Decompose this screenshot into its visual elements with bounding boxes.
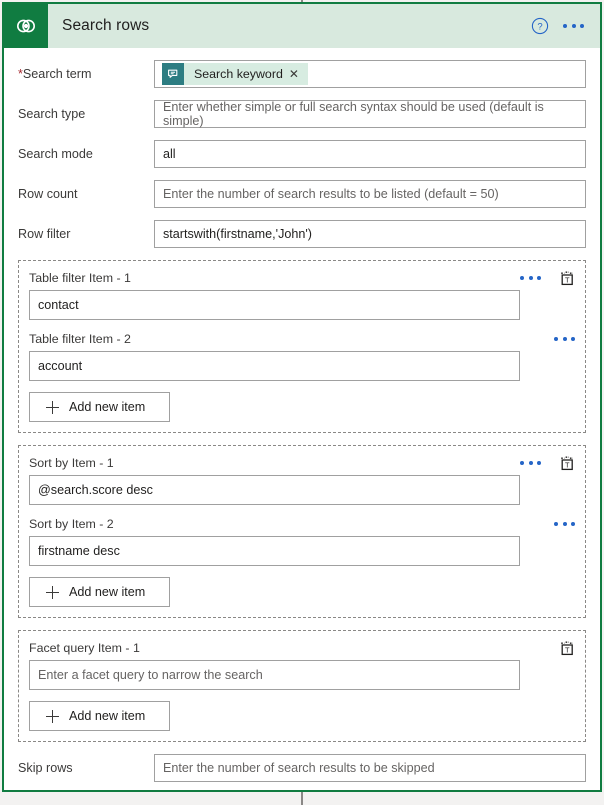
sort-by-item-2-tools (554, 522, 575, 526)
facet-query-item-1: Facet query Item - 1 T Enter a facet que… (29, 639, 575, 690)
delete-icon[interactable]: T (559, 270, 575, 286)
dataverse-logo-icon (4, 4, 48, 48)
add-new-item-button-table-filter[interactable]: Add new item (29, 392, 170, 422)
close-icon[interactable]: ✕ (289, 68, 308, 80)
sort-by-item-1-header: Sort by Item - 1 T (29, 454, 575, 472)
card-header: Search rows ? (4, 4, 600, 48)
search-type-label: Search type (18, 107, 86, 121)
facet-query-item-1-input[interactable]: Enter a facet query to narrow the search (29, 660, 520, 690)
field-row-search-type: Search type Enter whether simple or full… (18, 100, 586, 128)
table-filter-item-1-label: Table filter Item - 1 (29, 271, 131, 285)
plus-icon (46, 709, 59, 723)
search-mode-label: Search mode (18, 147, 93, 161)
dynamic-content-icon (162, 63, 184, 85)
dynamic-content-token[interactable]: Search keyword ✕ (162, 63, 308, 85)
add-new-item-button-sort-by[interactable]: Add new item (29, 577, 170, 607)
ellipsis-icon[interactable] (520, 276, 541, 280)
sort-by-item-2: Sort by Item - 2 firstname desc (29, 515, 575, 566)
field-row-search-mode: Search mode all (18, 140, 586, 168)
token-label: Search keyword (194, 67, 283, 81)
sort-by-item-2-input[interactable]: firstname desc (29, 536, 520, 566)
row-count-label: Row count (18, 187, 78, 201)
search-term-input[interactable]: Search keyword ✕ (154, 60, 586, 88)
sort-by-item-1: Sort by Item - 1 T @search.score desc (29, 454, 575, 505)
sort-by-item-2-header: Sort by Item - 2 (29, 515, 575, 533)
field-row-row-filter: Row filter startswith(firstname,'John') (18, 220, 586, 248)
facet-query-item-1-tools: T (559, 640, 575, 656)
table-filter-item-2-tools (554, 337, 575, 341)
sort-by-item-1-tools: T (520, 455, 575, 471)
field-row-search-term: *Search term Search keyword ✕ (18, 60, 586, 88)
svg-text:T: T (565, 645, 570, 654)
card-header-actions: ? (531, 17, 600, 35)
delete-icon[interactable]: T (559, 640, 575, 656)
sort-by-item-1-label: Sort by Item - 1 (29, 456, 114, 470)
search-term-label: *Search term (18, 67, 92, 81)
delete-icon[interactable]: T (559, 455, 575, 471)
plus-icon (46, 585, 59, 599)
ellipsis-icon[interactable] (554, 522, 575, 526)
sort-by-item-1-input[interactable]: @search.score desc (29, 475, 520, 505)
svg-text:T: T (565, 460, 570, 469)
section-table-filter: Table filter Item - 1 T contact Table fi… (18, 260, 586, 433)
table-filter-item-2-label: Table filter Item - 2 (29, 332, 131, 346)
help-circle-icon[interactable]: ? (531, 17, 549, 35)
table-filter-item-2-input[interactable]: account (29, 351, 520, 381)
row-filter-input[interactable]: startswith(firstname,'John') (154, 220, 586, 248)
action-card-search-rows: Search rows ? *Search term Search keywor… (2, 2, 602, 792)
section-sort-by: Sort by Item - 1 T @search.score desc So… (18, 445, 586, 618)
row-count-input[interactable]: Enter the number of search results to be… (154, 180, 586, 208)
sort-by-item-2-label: Sort by Item - 2 (29, 517, 114, 531)
card-title: Search rows (62, 17, 150, 34)
facet-query-item-1-header: Facet query Item - 1 T (29, 639, 575, 657)
table-filter-item-2-header: Table filter Item - 2 (29, 330, 575, 348)
facet-query-item-1-label: Facet query Item - 1 (29, 641, 140, 655)
table-filter-item-1-input[interactable]: contact (29, 290, 520, 320)
skip-rows-label: Skip rows (18, 761, 73, 775)
add-new-item-button-facet-query[interactable]: Add new item (29, 701, 170, 731)
search-mode-input[interactable]: all (154, 140, 586, 168)
section-facet-query: Facet query Item - 1 T Enter a facet que… (18, 630, 586, 742)
table-filter-item-1-tools: T (520, 270, 575, 286)
table-filter-item-1-header: Table filter Item - 1 T (29, 269, 575, 287)
field-row-row-count: Row count Enter the number of search res… (18, 180, 586, 208)
ellipsis-icon[interactable] (563, 24, 584, 28)
field-row-skip-rows: Skip rows Enter the number of search res… (18, 754, 586, 782)
table-filter-item-2: Table filter Item - 2 account (29, 330, 575, 381)
add-new-item-label: Add new item (69, 400, 146, 414)
ellipsis-icon[interactable] (520, 461, 541, 465)
add-new-item-label: Add new item (69, 585, 146, 599)
skip-rows-input[interactable]: Enter the number of search results to be… (154, 754, 586, 782)
plus-icon (46, 400, 59, 414)
screen: Search rows ? *Search term Search keywor… (0, 0, 604, 805)
row-filter-label: Row filter (18, 227, 71, 241)
add-new-item-label: Add new item (69, 709, 146, 723)
card-body: *Search term Search keyword ✕ Search typ… (4, 60, 600, 790)
search-type-input[interactable]: Enter whether simple or full search synt… (154, 100, 586, 128)
table-filter-item-1: Table filter Item - 1 T contact (29, 269, 575, 320)
svg-text:?: ? (537, 22, 542, 33)
svg-text:T: T (565, 275, 570, 284)
ellipsis-icon[interactable] (554, 337, 575, 341)
